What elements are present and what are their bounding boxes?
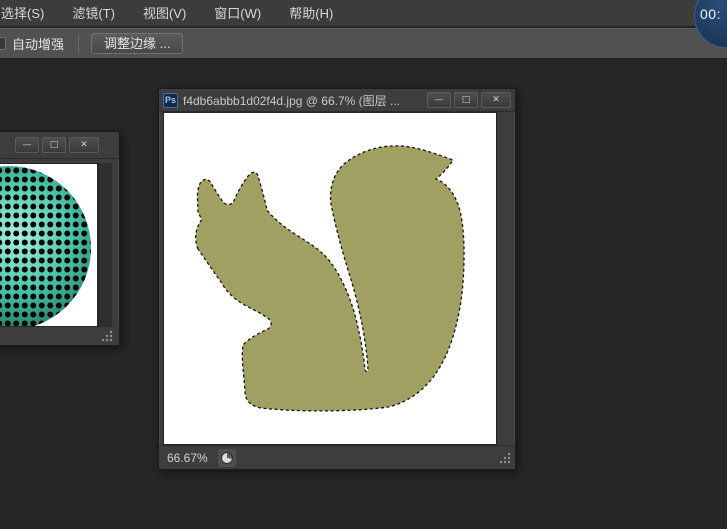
menu-help[interactable]: 帮助(H) <box>280 0 342 26</box>
secondary-window-controls: — □ ✕ <box>12 137 99 153</box>
resize-grip-icon[interactable] <box>497 451 512 466</box>
secondary-window-titlebar[interactable]: — □ ✕ <box>0 132 119 159</box>
menu-filter[interactable]: 滤镜(T) <box>63 0 124 26</box>
document-window-titlebar[interactable]: Ps f4db6abbb1d02f4d.jpg @ 66.7% (图层 ... … <box>159 89 515 112</box>
squirrel-silhouette <box>195 145 465 412</box>
menu-select[interactable]: 选择(S) <box>0 0 53 26</box>
document-canvas[interactable] <box>163 112 497 445</box>
halftone-dotted-circle-image <box>0 166 91 326</box>
menu-view[interactable]: 视图(V) <box>134 0 195 26</box>
resize-grip-icon[interactable] <box>99 329 114 344</box>
close-icon[interactable]: ✕ <box>481 92 511 108</box>
document-statusbar: 66.67% <box>159 445 515 469</box>
menu-bar: 选择(S) 滤镜(T) 视图(V) 窗口(W) 帮助(H) <box>0 0 727 27</box>
options-separator <box>78 33 80 54</box>
close-icon[interactable]: ✕ <box>69 137 99 153</box>
photoshop-file-icon: Ps <box>163 92 178 108</box>
maximize-icon[interactable]: □ <box>42 137 66 153</box>
timer-text: 00: <box>700 6 721 22</box>
status-info-button[interactable] <box>217 448 236 467</box>
auto-enhance-label: 自动增强 <box>12 37 65 52</box>
refine-edge-button[interactable]: 调整边缘 ... <box>91 33 184 54</box>
auto-enhance-checkbox[interactable] <box>0 37 6 50</box>
secondary-canvas[interactable] <box>0 163 98 327</box>
secondary-document-window: — □ ✕ <box>0 131 120 346</box>
squirrel-selection-image <box>195 145 465 412</box>
zoom-level-readout[interactable]: 66.67% <box>167 451 208 465</box>
menu-window[interactable]: 窗口(W) <box>205 0 270 26</box>
document-window: Ps f4db6abbb1d02f4d.jpg @ 66.7% (图层 ... … <box>158 88 516 470</box>
minimize-icon[interactable]: — <box>427 92 451 108</box>
document-title: f4db6abbb1d02f4d.jpg @ 66.7% (图层 ... <box>183 93 400 108</box>
minimize-icon[interactable]: — <box>15 137 39 153</box>
document-info-pie-icon <box>220 451 233 464</box>
secondary-window-statusbar <box>0 327 119 345</box>
tool-options-bar: 自动增强 调整边缘 ... <box>0 28 727 59</box>
document-window-controls: — □ ✕ <box>424 92 511 108</box>
maximize-icon[interactable]: □ <box>454 92 478 108</box>
secondary-scrollbar[interactable] <box>98 163 112 327</box>
